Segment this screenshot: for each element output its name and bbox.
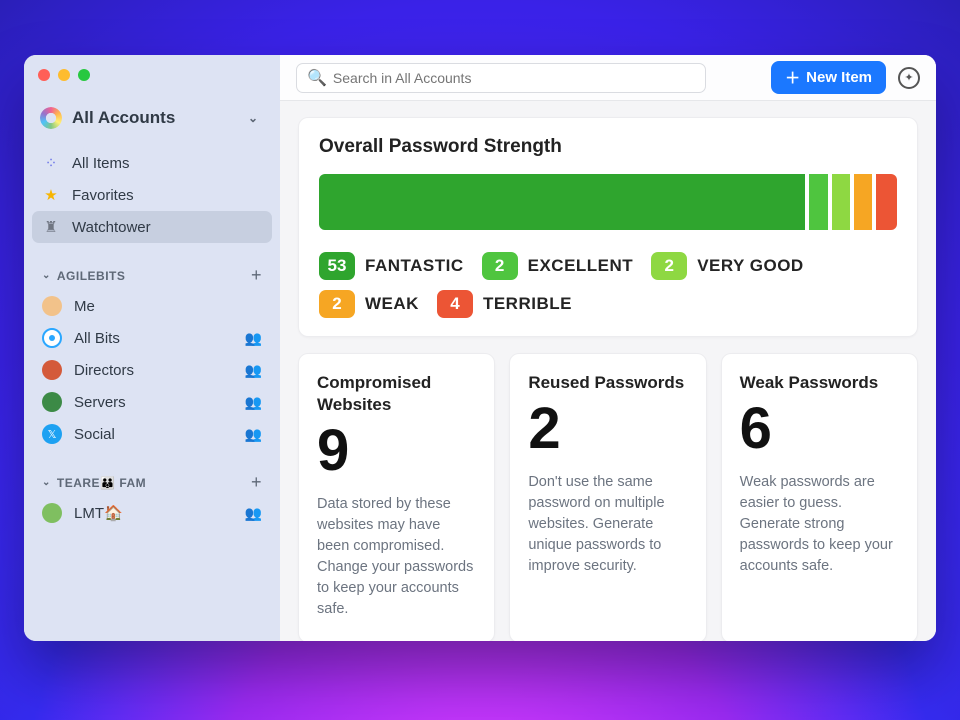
issue-card[interactable]: Reused Passwords 2 Don't use the same pa… — [509, 353, 706, 641]
vault-icon — [42, 328, 62, 348]
account-selector[interactable]: All Accounts ⌄ — [32, 97, 272, 147]
vault-item[interactable]: 𝕏 Social 👥 — [32, 418, 272, 450]
badge-count: 2 — [319, 290, 355, 318]
close-icon[interactable] — [38, 69, 50, 81]
vault-section-header[interactable]: ⌄ AGILEBITS + — [32, 243, 272, 290]
sidebar-item-watchtower[interactable]: ♜ Watchtower — [32, 211, 272, 243]
issue-description: Weak passwords are easier to guess. Gene… — [740, 472, 899, 577]
strength-badge[interactable]: 53 FANTASTIC — [319, 252, 464, 280]
watchtower-icon: ♜ — [42, 218, 60, 236]
sidebar-item-favorites[interactable]: ★ Favorites — [32, 179, 272, 211]
strength-badge[interactable]: 2 EXCELLENT — [482, 252, 634, 280]
zoom-icon[interactable] — [78, 69, 90, 81]
strength-segment — [809, 174, 827, 230]
window-controls — [32, 65, 272, 97]
vault-item[interactable]: Directors 👥 — [32, 354, 272, 386]
vault-item[interactable]: LMT🏠 👥 — [32, 497, 272, 529]
content: Overall Password Strength 53 FANTASTIC 2 EX… — [280, 101, 936, 641]
topbar: 🔍 ＋ New Item — [280, 55, 936, 101]
issue-description: Data stored by these websites may have b… — [317, 494, 476, 620]
sidebar: All Accounts ⌄ ⁘ All Items ★ Favorites ♜… — [24, 55, 280, 641]
new-item-label: New Item — [806, 69, 872, 86]
shared-icon: 👥 — [245, 505, 262, 522]
badge-label: VERY GOOD — [697, 256, 804, 276]
badge-label: WEAK — [365, 294, 419, 314]
strength-badge[interactable]: 2 WEAK — [319, 290, 419, 318]
issue-count: 6 — [740, 400, 899, 458]
shared-icon: 👥 — [245, 362, 262, 379]
minimize-icon[interactable] — [58, 69, 70, 81]
shared-icon: 👥 — [245, 394, 262, 411]
vault-label: LMT🏠 — [74, 504, 123, 522]
sidebar-item-all-items[interactable]: ⁘ All Items — [32, 147, 272, 179]
vault-section-header[interactable]: ⌄ TEARE👪 FAM + — [32, 450, 272, 497]
strength-badge[interactable]: 4 TERRIBLE — [437, 290, 572, 318]
strength-bar — [319, 174, 897, 230]
strength-badge[interactable]: 2 VERY GOOD — [651, 252, 804, 280]
badge-label: TERRIBLE — [483, 294, 572, 314]
badge-count: 2 — [482, 252, 518, 280]
vault-label: Social — [74, 426, 115, 443]
main-pane: 🔍 ＋ New Item Overall Password Strength 5… — [280, 55, 936, 641]
account-selector-label: All Accounts — [72, 108, 175, 128]
avatar-icon — [42, 296, 62, 316]
compass-icon[interactable] — [898, 67, 920, 89]
issue-cards-row: Compromised Websites 9 Data stored by th… — [298, 353, 918, 641]
vault-label: All Bits — [74, 330, 120, 347]
vault-icon — [42, 360, 62, 380]
add-vault-button[interactable]: + — [251, 472, 262, 493]
issue-title: Weak Passwords — [740, 372, 899, 394]
star-icon: ★ — [42, 186, 60, 204]
badge-count: 4 — [437, 290, 473, 318]
chevron-down-icon: ⌄ — [42, 477, 51, 488]
search-field[interactable]: 🔍 — [296, 63, 706, 93]
vault-label: Directors — [74, 362, 134, 379]
vault-label: Servers — [74, 394, 126, 411]
strength-segment — [876, 174, 897, 230]
search-icon: 🔍 — [307, 68, 327, 88]
vault-section-name: AGILEBITS — [57, 269, 126, 283]
strength-segment — [319, 174, 805, 230]
app-logo-icon — [40, 107, 62, 129]
issue-card[interactable]: Weak Passwords 6 Weak passwords are easi… — [721, 353, 918, 641]
chevron-down-icon: ⌄ — [42, 270, 51, 281]
issue-title: Reused Passwords — [528, 372, 687, 394]
vault-icon — [42, 392, 62, 412]
issue-count: 9 — [317, 422, 476, 480]
card-title: Overall Password Strength — [319, 136, 897, 158]
vault-label: Me — [74, 298, 95, 315]
vault-item[interactable]: Me — [32, 290, 272, 322]
shared-icon: 👥 — [245, 330, 262, 347]
vault-item[interactable]: Servers 👥 — [32, 386, 272, 418]
sidebar-item-label: Watchtower — [72, 219, 151, 236]
issue-title: Compromised Websites — [317, 372, 476, 416]
issue-count: 2 — [528, 400, 687, 458]
add-vault-button[interactable]: + — [251, 265, 262, 286]
vault-icon — [42, 503, 62, 523]
vault-section-name: TEARE👪 FAM — [57, 476, 146, 490]
strength-badges: 53 FANTASTIC 2 EXCELLENT 2 VERY GOOD 2 WEAK 4 TER… — [319, 252, 897, 318]
sidebar-item-label: Favorites — [72, 187, 134, 204]
issue-card[interactable]: Compromised Websites 9 Data stored by th… — [298, 353, 495, 641]
badge-label: FANTASTIC — [365, 256, 464, 276]
sidebar-item-label: All Items — [72, 155, 130, 172]
badge-count: 53 — [319, 252, 355, 280]
shared-icon: 👥 — [245, 426, 262, 443]
badge-count: 2 — [651, 252, 687, 280]
new-item-button[interactable]: ＋ New Item — [771, 61, 886, 94]
badge-label: EXCELLENT — [528, 256, 634, 276]
grid-icon: ⁘ — [42, 154, 60, 172]
strength-segment — [832, 174, 850, 230]
vault-icon: 𝕏 — [42, 424, 62, 444]
strength-segment — [854, 174, 872, 230]
plus-icon: ＋ — [785, 67, 800, 88]
overall-strength-card: Overall Password Strength 53 FANTASTIC 2 EX… — [298, 117, 918, 337]
issue-description: Don't use the same password on multiple … — [528, 472, 687, 577]
chevron-down-icon: ⌄ — [248, 111, 258, 125]
search-input[interactable] — [333, 70, 695, 86]
app-window: All Accounts ⌄ ⁘ All Items ★ Favorites ♜… — [24, 55, 936, 641]
vault-item[interactable]: All Bits 👥 — [32, 322, 272, 354]
